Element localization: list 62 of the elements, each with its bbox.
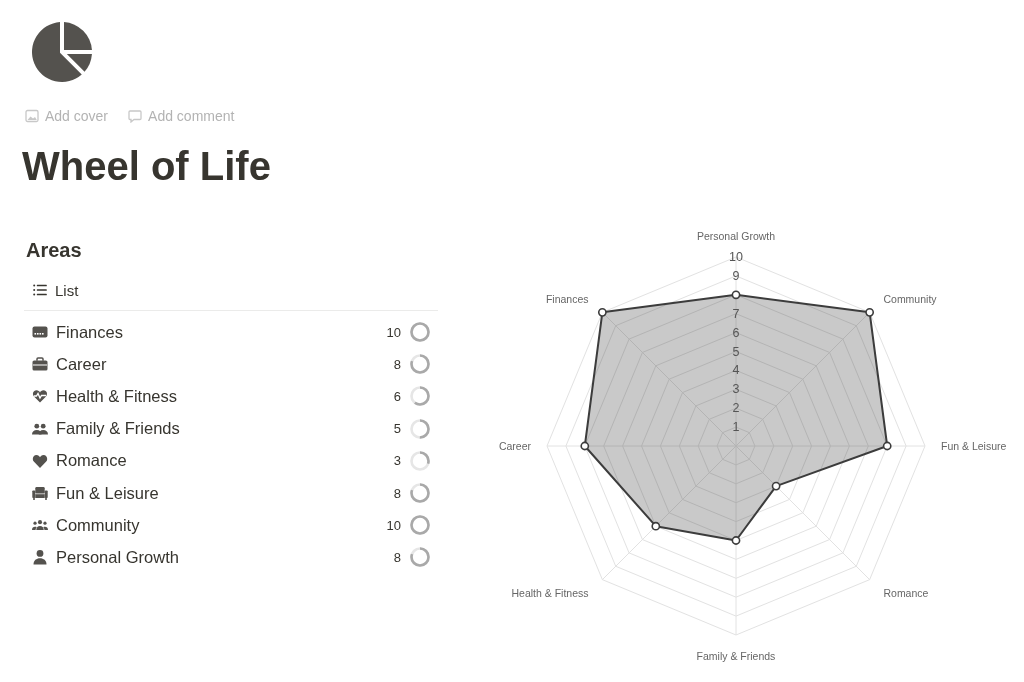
data-point [865, 307, 875, 317]
image-icon [25, 109, 39, 123]
axis-label: Romance [883, 587, 929, 600]
tick-label: 10 [729, 250, 743, 264]
score-value: 5 [393, 421, 401, 437]
data-point [882, 441, 892, 451]
speech-bubble-icon [128, 109, 143, 123]
score-value: 6 [393, 388, 401, 404]
tick-label: 7 [732, 306, 740, 321]
page-title: Wheel of Life [22, 143, 271, 190]
area-link[interactable]: Fun & Leisure [56, 483, 159, 503]
progress-ring [409, 321, 431, 344]
tick-label: 4 [732, 363, 740, 378]
area-link[interactable]: Romance [56, 451, 127, 471]
data-point [580, 441, 590, 451]
briefcase-icon [32, 356, 48, 373]
area-link[interactable]: Personal Growth [56, 547, 179, 567]
area-link[interactable]: Family & Friends [56, 419, 180, 439]
axis-label: Fun & Leisure [941, 440, 1007, 452]
score-value: 8 [393, 485, 401, 501]
progress-ring [409, 482, 431, 505]
progress-ring [409, 514, 431, 537]
progress-ring [409, 546, 431, 569]
data-point [731, 536, 741, 545]
data-point [731, 290, 741, 300]
score-value: 8 [393, 549, 401, 565]
axis-label: Community [883, 292, 937, 305]
axis-label: Career [498, 440, 531, 452]
score-value: 10 [386, 517, 401, 533]
heart-icon [32, 452, 48, 469]
score-value: 8 [393, 356, 401, 372]
score-value: 10 [386, 324, 401, 340]
area-link[interactable]: Finances [56, 322, 123, 342]
list-icon [33, 284, 47, 296]
axis-label: Personal Growth [696, 230, 776, 242]
progress-ring [409, 353, 431, 376]
axis-label: Finances [545, 292, 589, 305]
list-view-tab[interactable]: List [24, 276, 85, 304]
tick-label: 6 [732, 325, 740, 340]
person-icon [32, 549, 48, 566]
armchair-icon [32, 485, 48, 502]
pie-chart-icon [30, 20, 94, 84]
heart-pulse-icon [32, 388, 48, 405]
area-link[interactable]: Career [56, 354, 107, 374]
tick-label: 3 [732, 382, 740, 397]
section-heading: Areas [26, 238, 82, 263]
credit-card-icon [32, 324, 48, 341]
axis-label: Family & Friends [696, 650, 776, 662]
tick-label: 1 [732, 420, 740, 435]
area-link[interactable]: Community [56, 515, 140, 535]
area-link[interactable]: Health & Fitness [56, 386, 178, 406]
progress-ring [409, 417, 431, 440]
tick-label: 2 [732, 401, 740, 416]
tick-label: 5 [732, 344, 740, 359]
data-point [771, 481, 781, 491]
data-point [651, 521, 661, 531]
score-value: 3 [393, 453, 401, 469]
axis-label: Health & Fitness [511, 587, 589, 600]
progress-ring [409, 385, 431, 408]
progress-ring [409, 449, 431, 472]
tick-label: 9 [732, 268, 740, 283]
data-point [597, 307, 607, 317]
